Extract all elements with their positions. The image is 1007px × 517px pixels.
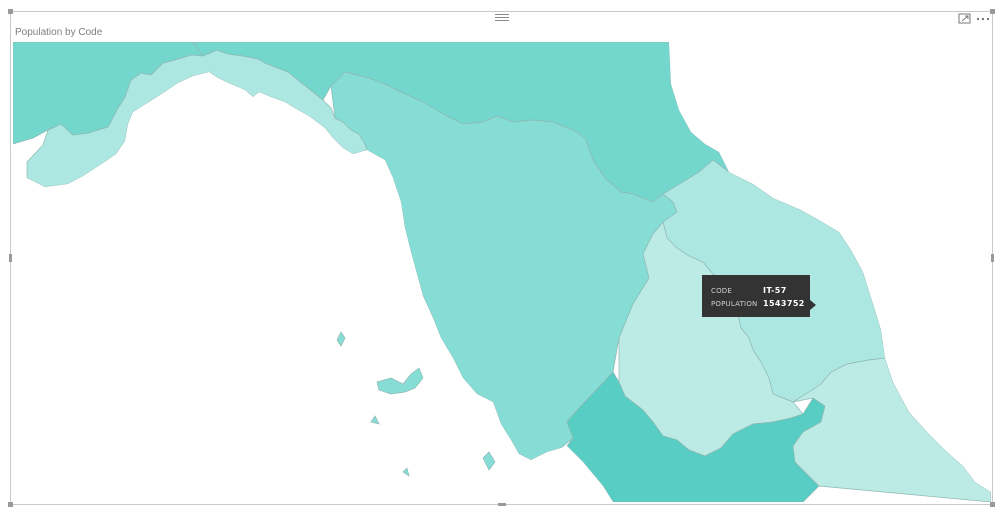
tooltip-population-value: 1543752 [763, 299, 805, 308]
resize-handle-left[interactable] [9, 254, 12, 262]
resize-handle-right[interactable] [991, 254, 994, 262]
tooltip-population-label: POPULATION [711, 299, 758, 308]
map-visual-container[interactable]: Population by Code [10, 11, 993, 505]
map-tooltip: CODE IT-57 POPULATION 1543752 [702, 275, 816, 317]
filled-map[interactable] [13, 42, 991, 502]
tooltip-code-label: CODE [711, 286, 733, 295]
visual-title: Population by Code [15, 27, 103, 38]
resize-handle-bottom-left[interactable] [8, 502, 13, 507]
focus-mode-icon[interactable] [958, 13, 972, 25]
visual-header [11, 12, 992, 28]
more-options-icon[interactable] [976, 13, 990, 25]
resize-handle-top-left[interactable] [8, 9, 13, 14]
resize-handle-bottom-right[interactable] [990, 502, 995, 507]
tooltip-code-row: CODE IT-57 [711, 284, 810, 297]
tooltip-code-value: IT-57 [763, 286, 787, 295]
resize-handle-top-right[interactable] [990, 9, 995, 14]
drag-grip-icon[interactable] [495, 13, 509, 22]
tooltip-population-row: POPULATION 1543752 [711, 297, 810, 310]
resize-handle-bottom[interactable] [498, 503, 506, 506]
